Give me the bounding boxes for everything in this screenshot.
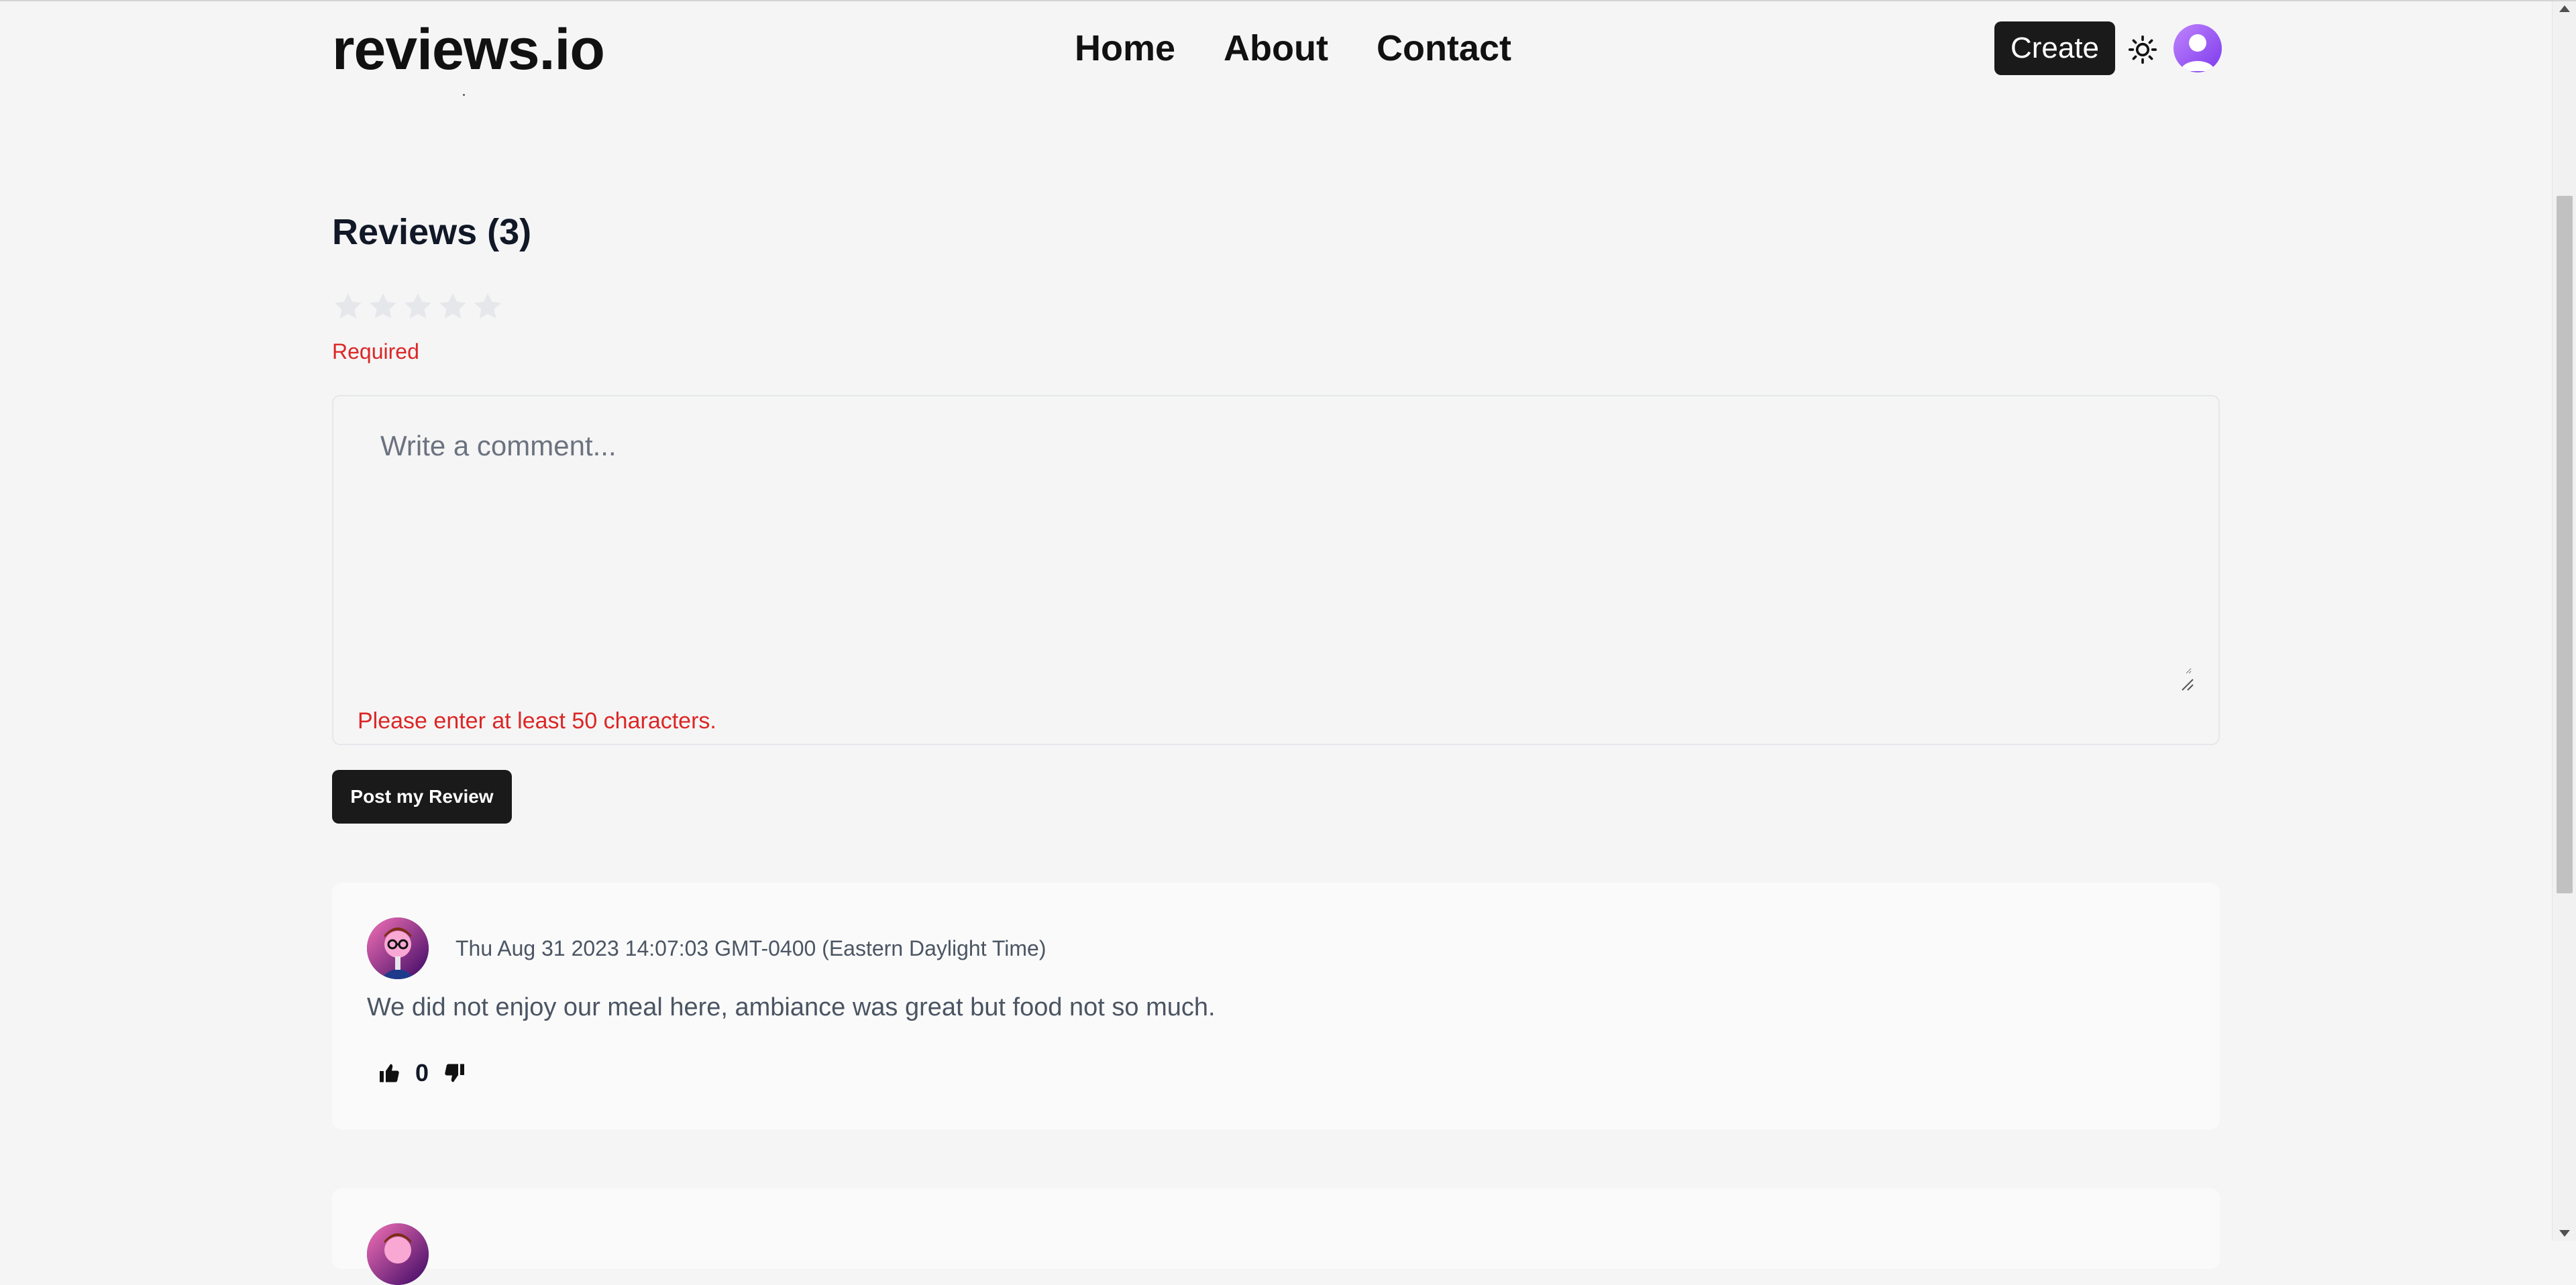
reviewer-avatar — [367, 917, 429, 979]
star-icon-5[interactable] — [471, 290, 504, 323]
star-rating — [331, 290, 504, 323]
comment-length-error: Please enter at least 50 characters. — [358, 708, 716, 734]
review-date: Thu Aug 31 2023 14:07:03 GMT-0400 (Easte… — [455, 936, 1046, 960]
thumbs-down-icon[interactable] — [442, 1061, 466, 1085]
create-button[interactable]: Create — [1994, 21, 2115, 75]
review-card — [332, 1188, 2220, 1285]
nav-about[interactable]: About — [1224, 23, 1328, 74]
star-icon-4[interactable] — [436, 290, 470, 323]
scroll-down-arrow-icon[interactable] — [2559, 1230, 2570, 1237]
nav-home[interactable]: Home — [1075, 23, 1175, 74]
star-icon-1[interactable] — [331, 290, 365, 323]
sun-icon[interactable] — [2128, 35, 2157, 64]
decorative-dot — [463, 94, 465, 96]
review-text: We did not enjoy our meal here, ambiance… — [367, 993, 1216, 1021]
review-card: Thu Aug 31 2023 14:07:03 GMT-0400 (Easte… — [332, 883, 2220, 1129]
vertical-scrollbar[interactable] — [2552, 1, 2576, 1241]
scroll-up-arrow-icon[interactable] — [2559, 5, 2570, 12]
star-icon-2[interactable] — [366, 290, 400, 323]
comment-form-box: Please enter at least 50 characters. — [332, 395, 2220, 745]
rating-required-error: Required — [332, 339, 419, 364]
site-header: reviews.io Home About Contact Create — [0, 1, 2552, 95]
reviews-heading: Reviews (3) — [332, 212, 532, 252]
main-nav: Home About Contact — [1075, 23, 1511, 74]
scrollbar-thumb[interactable] — [2557, 196, 2573, 893]
vote-count: 0 — [415, 1059, 429, 1086]
nav-contact[interactable]: Contact — [1377, 23, 1511, 74]
star-icon-3[interactable] — [401, 290, 435, 323]
reviewer-avatar — [367, 1223, 429, 1285]
thumbs-up-icon[interactable] — [378, 1061, 402, 1085]
site-logo[interactable]: reviews.io — [332, 16, 605, 83]
user-avatar-icon[interactable] — [2174, 24, 2222, 72]
post-review-button[interactable]: Post my Review — [332, 770, 512, 824]
resize-handle-icon[interactable] — [2181, 678, 2194, 691]
vote-controls: 0 — [378, 1058, 466, 1088]
comment-textarea[interactable] — [356, 419, 2192, 674]
